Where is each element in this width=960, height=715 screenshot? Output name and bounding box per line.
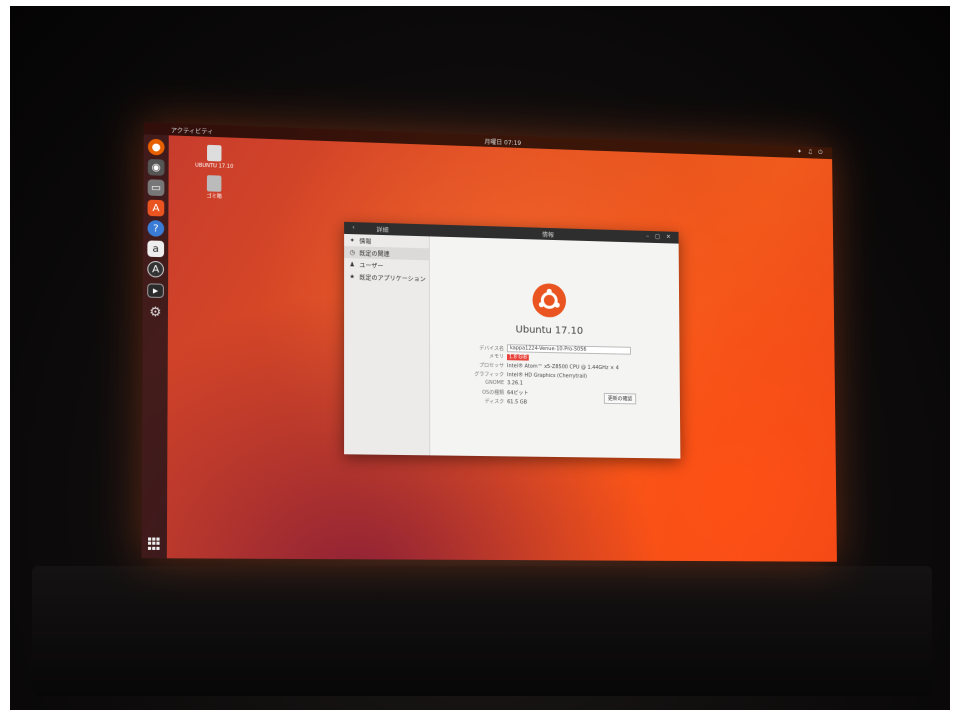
firefox-icon[interactable]: ●	[148, 139, 165, 156]
help-icon[interactable]: ?	[147, 220, 164, 237]
os-name: Ubuntu 17.10	[510, 324, 589, 337]
star-icon: ✦	[349, 237, 355, 244]
detail-value: 64ビット	[507, 390, 528, 396]
detail-row: ディスク 61.5 GB	[470, 398, 527, 407]
desktop-trash[interactable]: ゴミ箱	[193, 175, 234, 201]
detail-row: GNOME 3.26.1	[470, 379, 523, 388]
desktop-trash-label: ゴミ箱	[206, 193, 222, 200]
desktop-drive-label: UBUNTU 17.10	[195, 163, 233, 170]
activities-button[interactable]: アクティビティ	[171, 125, 213, 136]
updater-icon[interactable]: A	[147, 261, 164, 278]
detail-value: Intel® Atom™ x5-Z8500 CPU @ 1.44GHz × 4	[507, 363, 619, 371]
amazon-icon[interactable]: a	[147, 240, 164, 257]
settings-window: ‹ 詳細 情報 – ▢ ✕ ✦ 情報 ◷ 既定の関連 ♟ ユーザー ★ 既定のアプリケー…	[344, 222, 680, 459]
terminal-icon[interactable]: ▸	[147, 283, 164, 298]
dock: ● ◉ ▭ A ? a A ▸ ⚙	[142, 134, 169, 558]
app-grid-icon[interactable]	[148, 537, 161, 549]
users-icon: ♟	[349, 261, 355, 268]
sidebar-item-label: 既定の関連	[359, 248, 389, 258]
detail-key: ディスク	[470, 398, 504, 406]
desktop-drive[interactable]: UBUNTU 17.10	[194, 144, 235, 170]
ubuntu-logo-icon	[532, 283, 566, 318]
sidebar-item-label: 情報	[359, 236, 371, 245]
detail-key: グラフィック	[470, 370, 504, 378]
sidebar-item-label: 既定のアプリケーション	[359, 272, 425, 283]
detail-row: OSの種類 64ビット	[470, 389, 528, 398]
clock-icon: ◷	[349, 249, 355, 256]
header-right-title: 情報	[542, 230, 554, 239]
check-updates-button[interactable]: 更新の確認	[604, 393, 636, 404]
settings-sidebar: ✦ 情報 ◷ 既定の関連 ♟ ユーザー ★ 既定のアプリケーション	[344, 234, 430, 455]
window-controls[interactable]: – ▢ ✕	[646, 233, 673, 241]
detail-key: プロセッサ	[470, 361, 504, 369]
detail-key: GNOME	[470, 379, 504, 386]
device-bezel	[32, 566, 932, 696]
clock[interactable]: 月曜日 07:19	[484, 137, 521, 147]
back-icon[interactable]: ‹	[352, 224, 354, 231]
star-icon: ★	[349, 273, 355, 280]
details-panel: Ubuntu 17.10 デバイス名 kappa1224-Venue-10-Pro…	[430, 236, 681, 458]
sidebar-item-default-apps[interactable]: ★ 既定のアプリケーション	[344, 270, 429, 284]
detail-value: 3.26.1	[507, 380, 523, 386]
chat-icon[interactable]: ◉	[148, 159, 165, 176]
files-icon[interactable]: ▭	[148, 179, 165, 196]
detail-key: メモリ	[470, 352, 504, 360]
settings-icon[interactable]: ⚙	[147, 304, 164, 321]
detail-key: デバイス名	[470, 344, 504, 352]
memory-value: 1.8 GiB	[507, 354, 529, 360]
detail-row: メモリ 1.8 GiB	[470, 352, 529, 361]
software-icon[interactable]: A	[148, 200, 165, 217]
trash-icon	[207, 175, 222, 192]
header-left-title: 詳細	[376, 225, 388, 234]
detail-value: Intel® HD Graphics (Cherrytrail)	[507, 372, 587, 379]
photo-background: アクティビティ 月曜日 07:19 ✦ ♫ ⏻ ● ◉ ▭ A ? a A ▸ …	[10, 6, 950, 710]
system-tray[interactable]: ✦ ♫ ⏻	[797, 148, 824, 157]
screen: アクティビティ 月曜日 07:19 ✦ ♫ ⏻ ● ◉ ▭ A ? a A ▸ …	[142, 122, 837, 561]
sidebar-item-label: ユーザー	[359, 260, 383, 270]
detail-key: OSの種類	[470, 389, 504, 397]
top-bar: アクティビティ 月曜日 07:19 ✦ ♫ ⏻	[144, 122, 832, 159]
drive-icon	[207, 145, 222, 162]
detail-value: 61.5 GB	[507, 399, 527, 405]
